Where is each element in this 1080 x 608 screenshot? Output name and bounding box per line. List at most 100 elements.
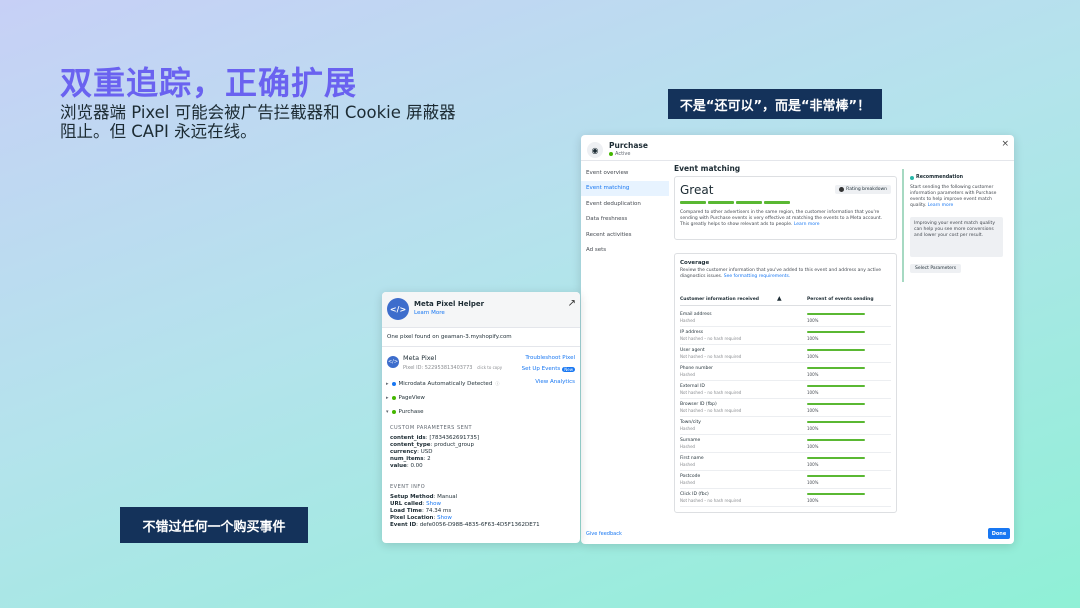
event-status-dot-icon [391, 382, 396, 386]
hash-status: Hashed [680, 426, 696, 431]
table-row: Surname Hashed 100% [680, 435, 891, 453]
hash-status: Not hashed – no hash required [680, 498, 742, 503]
select-parameters-button[interactable]: Select Parameters [910, 264, 962, 273]
nav-ad-sets[interactable]: Ad sets [581, 243, 669, 259]
table-row: First name Hashed 100% [680, 453, 891, 471]
percent-value: 100% [807, 498, 819, 503]
event-nav: Event overview Event matching Event dedu… [581, 165, 669, 258]
pixel-id-text: Pixel ID: 522953813403773 [403, 365, 473, 371]
coverage-table-header: Customer information received ▲ Percent … [680, 295, 891, 306]
param-value: USD [420, 449, 433, 455]
param-key: content_ids [390, 435, 426, 441]
recommendation-tip: Improving your event match quality can h… [910, 217, 1003, 257]
info-value[interactable]: Show [426, 501, 441, 507]
hash-status: Hashed [680, 318, 696, 323]
shopping-bag-icon: ◉ [587, 142, 603, 158]
column-percent: Percent of events sending [807, 297, 874, 302]
param-key: content_type [390, 442, 431, 448]
recommendation-description: Start sending the following customer inf… [910, 185, 1006, 209]
customer-info-name: Click ID (fbc) [680, 492, 709, 497]
view-analytics-link[interactable]: View Analytics [535, 379, 575, 385]
percent-bar [807, 493, 865, 495]
customer-info-name: Phone number [680, 366, 713, 371]
event-info-row: Pixel Location: Show [390, 515, 452, 521]
learn-more-link[interactable]: Learn more [794, 222, 820, 227]
param-value: 0.00 [410, 463, 423, 469]
column-customer-info: Customer information received [680, 297, 759, 302]
event-item-microdata[interactable]: ▸ Microdata Automatically Detected ⓘ [386, 381, 499, 387]
external-link-icon[interactable]: ↗ [568, 298, 576, 309]
event-info-list: Setup Method: Manual URL called: Show Load… [390, 494, 540, 529]
percent-bar [807, 331, 865, 333]
event-header: ◉ Purchase Active × [581, 135, 1014, 161]
event-title: Purchase [609, 141, 648, 150]
set-up-events-link[interactable]: Set Up Events New [522, 366, 575, 372]
coverage-description: Review the customer information that you… [680, 268, 890, 280]
percent-bar [807, 385, 865, 387]
info-value[interactable]: Show [437, 515, 452, 521]
percent-value: 100% [807, 354, 819, 359]
percent-bar [807, 367, 865, 369]
table-row: IP address Not hashed – no hash required 1… [680, 327, 891, 345]
coverage-card: Coverage Review the customer information… [674, 253, 897, 513]
info-value: defe0056-D98B-4835-6F63-4D5F1362DE71 [419, 522, 540, 528]
percent-bar [807, 421, 865, 423]
info-key: URL called [390, 501, 423, 507]
pixel-icon: </> [387, 356, 399, 368]
event-item-purchase[interactable]: ▾ Purchase [386, 409, 424, 415]
param-row: content_ids: [7834362691735] [390, 435, 480, 441]
nav-recent-activities[interactable]: Recent activities [581, 227, 669, 243]
recommendation-learn-more-link[interactable]: Learn more [928, 203, 954, 208]
info-value: Manual [437, 494, 458, 500]
info-icon [839, 187, 845, 192]
customer-info-name: First name [680, 456, 704, 461]
percent-bar [807, 349, 865, 351]
param-value: 2 [427, 456, 431, 462]
close-icon[interactable]: × [1001, 139, 1009, 149]
troubleshoot-pixel-link[interactable]: Troubleshoot Pixel [525, 355, 575, 361]
chevron-right-icon: ▸ [386, 395, 389, 401]
recommendation-title-text: Recommendation [916, 175, 964, 180]
percent-value: 100% [807, 426, 819, 431]
param-row: value: 0.00 [390, 463, 423, 469]
click-to-copy-text: click to copy [477, 365, 503, 370]
done-button[interactable]: Done [988, 528, 1010, 539]
percent-value: 100% [807, 390, 819, 395]
rating-segment [708, 201, 734, 204]
event-manager-window: ◉ Purchase Active × Event overview Event… [581, 135, 1014, 544]
param-value: product_group [434, 442, 474, 448]
new-badge: New [562, 366, 575, 372]
rating-breakdown-label: Rating breakdown [846, 187, 887, 192]
pixel-helper-learn-more-link[interactable]: Learn More [414, 310, 445, 316]
formatting-requirements-link[interactable]: See formatting requirements. [724, 274, 791, 279]
event-info-row: Event ID: defe0056-D98B-4835-6F63-4D5F13… [390, 522, 540, 528]
customer-info-name: Town/city [680, 420, 701, 425]
pixel-helper-window: </> Meta Pixel Helper Learn More ↗ One p… [382, 292, 580, 543]
rating-segment [680, 201, 706, 204]
chevron-right-icon: ▸ [386, 381, 389, 387]
percent-value: 100% [807, 462, 819, 467]
nav-event-overview[interactable]: Event overview [581, 165, 669, 181]
event-label: Purchase [398, 409, 424, 415]
param-value: [7834362691735] [429, 435, 480, 441]
nav-event-deduplication[interactable]: Event deduplication [581, 196, 669, 212]
percent-value: 100% [807, 372, 819, 377]
give-feedback-link[interactable]: Give feedback [586, 531, 622, 537]
info-key: Load Time [390, 508, 422, 514]
coverage-title: Coverage [680, 260, 710, 266]
section-title: Event matching [674, 164, 741, 173]
percent-bar [807, 475, 865, 477]
event-item-pageview[interactable]: ▸ PageView [386, 395, 425, 401]
rating-segment [736, 201, 762, 204]
nav-event-matching[interactable]: Event matching [581, 180, 669, 196]
rating-breakdown-button[interactable]: Rating breakdown [835, 185, 891, 194]
percent-bar [807, 403, 865, 405]
warning-icon: ▲ [777, 295, 782, 302]
param-row: num_items: 2 [390, 456, 431, 462]
customer-info-name: Postcode [680, 474, 701, 479]
percent-value: 100% [807, 336, 819, 341]
custom-params-list: content_ids: [7834362691735] content_type… [390, 435, 479, 470]
nav-data-freshness[interactable]: Data freshness [581, 212, 669, 228]
pixel-id[interactable]: Pixel ID: 522953813403773 click to copy [403, 365, 502, 371]
match-description: Compared to other advertisers in the sam… [680, 210, 890, 228]
